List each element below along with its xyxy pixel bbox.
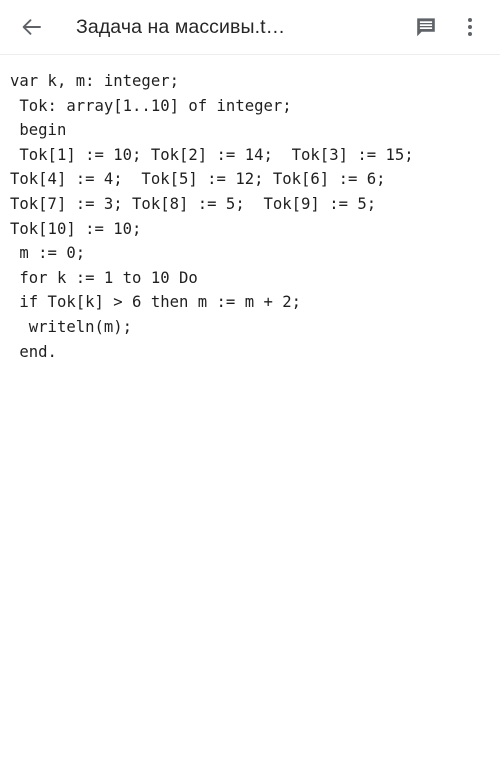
back-button[interactable] <box>10 5 54 49</box>
comments-button[interactable] <box>404 5 448 49</box>
overflow-menu-button[interactable] <box>448 5 492 49</box>
menu-dot <box>468 17 472 22</box>
arrow-left-icon <box>20 15 44 39</box>
menu-dot <box>468 25 472 29</box>
menu-dot <box>468 32 472 37</box>
app-bar: Задача на массивы.t… <box>0 0 500 54</box>
code-text: var k, m: integer; Tok: array[1..10] of … <box>10 72 414 361</box>
more-vertical-icon <box>459 16 481 38</box>
comment-bubble-icon <box>415 16 437 38</box>
document-viewer[interactable]: var k, m: integer; Tok: array[1..10] of … <box>0 55 500 364</box>
page-title: Задача на массивы.t… <box>76 16 286 38</box>
